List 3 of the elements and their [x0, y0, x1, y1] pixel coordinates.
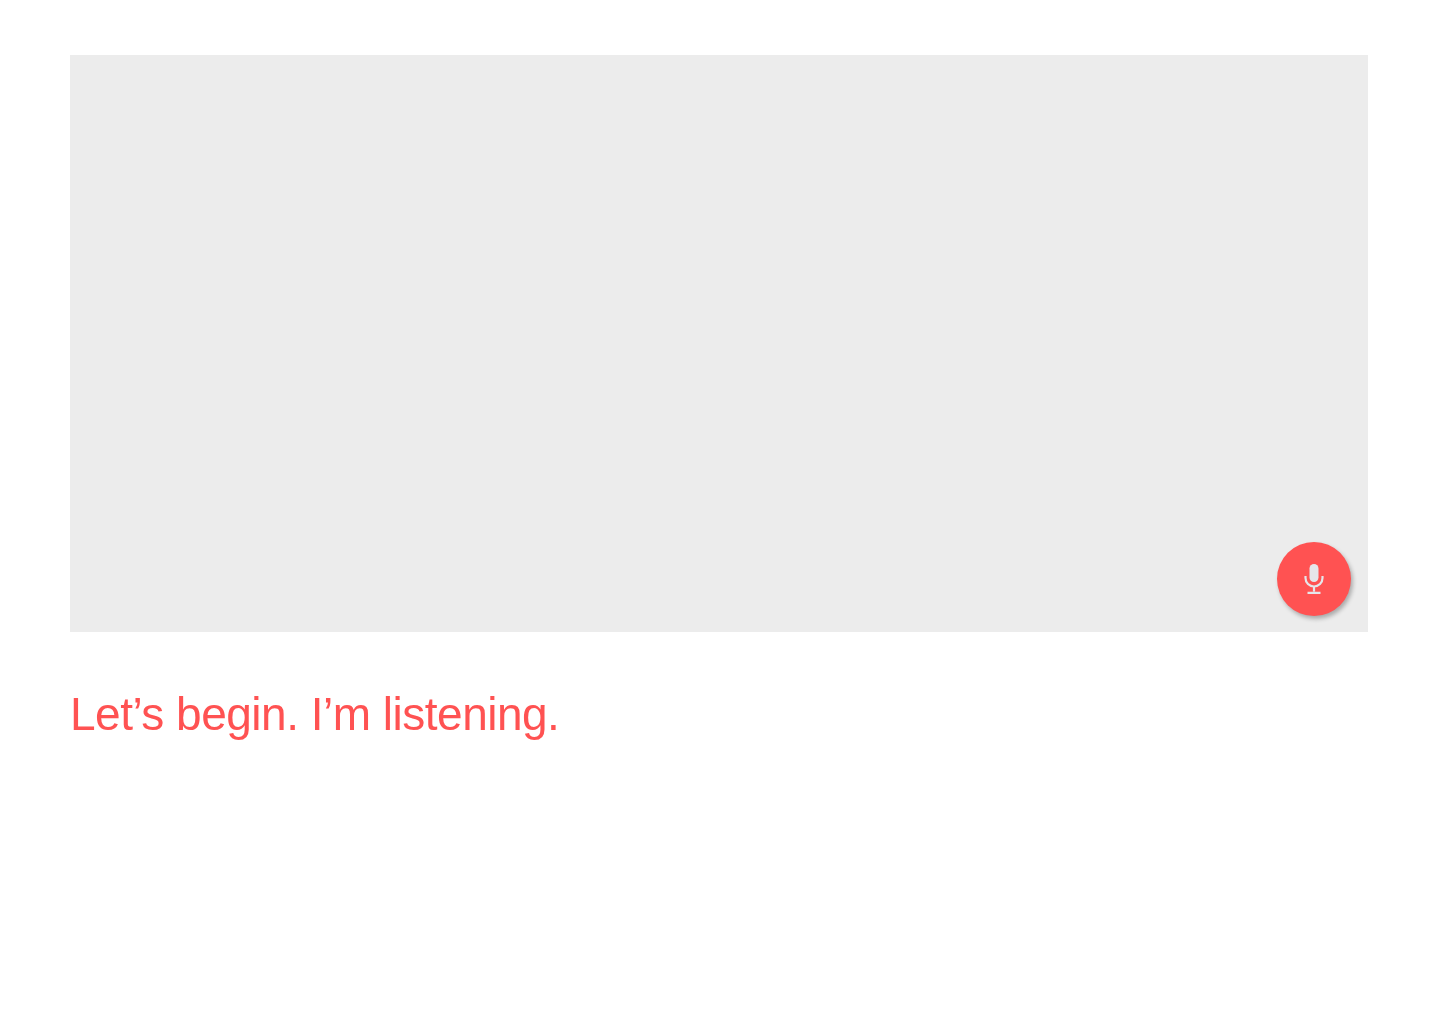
microphone-icon [1304, 564, 1324, 594]
microphone-button[interactable] [1277, 542, 1351, 616]
prompt-text: Let’s begin. I’m listening. [70, 687, 560, 742]
